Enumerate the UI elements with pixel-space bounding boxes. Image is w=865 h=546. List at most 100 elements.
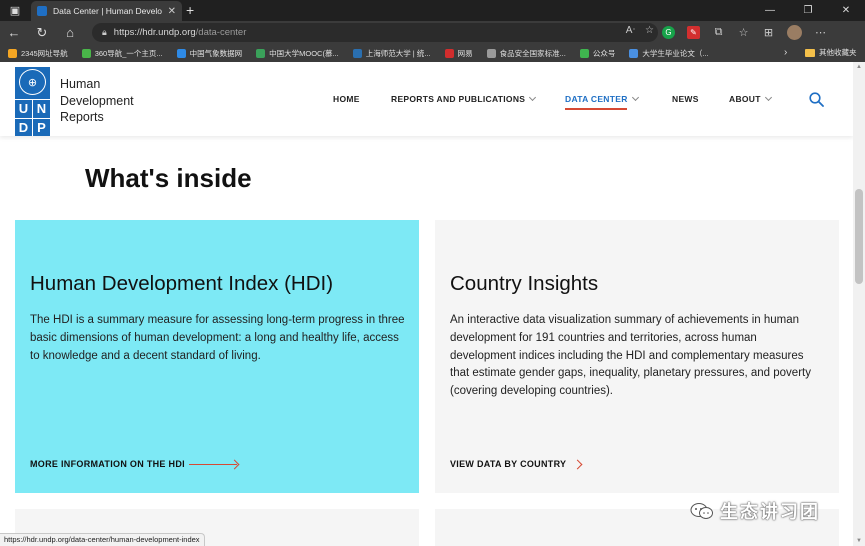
close-window-icon[interactable]: ✕ [827, 0, 865, 21]
watermark: 生态讲习团 [690, 498, 820, 524]
tab-actions-icon[interactable]: ▣ [0, 0, 30, 21]
section-title: What's inside [85, 163, 252, 193]
address-bar-icons: Aᐧ ☆ [626, 25, 654, 36]
view-data-by-country-link[interactable]: VIEW DATA BY COUNTRY [450, 459, 583, 469]
arrow-right-icon [188, 459, 239, 469]
bookmark-label: 上海师范大学 | 统... [365, 48, 431, 58]
chevron-down-icon [631, 93, 639, 102]
minimize-icon[interactable]: — [751, 0, 789, 21]
web-page: ⊕ U N D P Human Development Reports HOME… [0, 62, 853, 546]
bookmark-item[interactable]: 上海师范大学 | 统... [352, 48, 431, 59]
nav-label: ABOUT [729, 94, 761, 104]
bookmark-item[interactable]: 大学生毕业论文（... [629, 48, 709, 59]
country-insights-card[interactable]: Country Insights An interactive data vis… [435, 220, 839, 493]
bookmarks-bar: 2345网址导航 360导航_一个主页... 中国气象数据网 中国大学MOOC(慕..… [0, 44, 865, 62]
scroll-down-icon[interactable]: ▼ [856, 538, 862, 544]
bookmark-item[interactable]: 公众号 [579, 48, 615, 59]
bookmark-label: 360导航_一个主页... [94, 48, 163, 58]
more-menu-icon[interactable]: ⋯ [814, 26, 827, 39]
bookmark-label: 食品安全国家标准... [499, 48, 566, 58]
extensions-puzzle-icon[interactable]: ⧉ [712, 26, 725, 39]
tab-title: Data Center | Human Development Reports [53, 6, 162, 16]
bookmark-favicon-icon [352, 48, 362, 58]
other-bookmarks-folder[interactable]: 其他收藏夹 [805, 44, 857, 62]
lock-icon[interactable]: 🔒︎ [102, 27, 107, 38]
home-icon[interactable]: ⌂ [56, 21, 84, 44]
nav-label: DATA CENTER [565, 94, 628, 104]
address-bar[interactable]: 🔒︎ https://hdr.undp.org/data-center Aᐧ ☆ [92, 23, 658, 42]
brand-line: Reports [60, 110, 104, 124]
nav-label: HOME [333, 94, 360, 104]
refresh-icon[interactable]: ↻ [28, 21, 56, 44]
pdf-extension-icon[interactable]: ✎ [687, 26, 700, 39]
nav-reports-and-publications[interactable]: REPORTS AND PUBLICATIONS [391, 93, 537, 104]
nav-home[interactable]: HOME [333, 94, 360, 104]
collections-icon[interactable]: ⊞ [762, 26, 775, 39]
search-icon[interactable] [809, 92, 824, 107]
profile-avatar[interactable] [787, 25, 802, 40]
card-description: The HDI is a summary measure for assessi… [30, 314, 405, 362]
restore-icon[interactable]: ❐ [789, 0, 827, 21]
scroll-up-icon[interactable]: ▲ [856, 64, 862, 70]
tab-close-icon[interactable]: ✕ [168, 6, 176, 17]
extension-icons: G ✎ ⧉ ☆ ⊞ ⋯ [662, 22, 827, 43]
brand-line: Human [60, 77, 101, 91]
nav-about[interactable]: ABOUT [729, 93, 772, 104]
favorites-icon[interactable]: ☆ [737, 26, 750, 39]
url-host: https://hdr.undp.org [113, 27, 196, 38]
bookmark-favicon-icon [81, 48, 91, 58]
bookmark-item[interactable]: 2345网址导航 [8, 48, 68, 59]
site-header: ⊕ U N D P Human Development Reports HOME… [0, 62, 853, 136]
link-label: VIEW DATA BY COUNTRY [450, 459, 567, 469]
card-title: Human Development Index (HDI) [30, 272, 334, 295]
bookmark-label: 大学生毕业论文（... [642, 48, 709, 58]
favorite-star-icon[interactable]: ☆ [645, 25, 654, 36]
url-path: /data-center [195, 27, 247, 38]
bookmark-label: 中国大学MOOC(慕... [269, 48, 339, 58]
logo-letter: D [15, 118, 32, 136]
bookmark-label: 中国气象数据网 [189, 48, 243, 58]
hdi-card[interactable]: Human Development Index (HDI) The HDI is… [15, 220, 419, 493]
bookmark-item[interactable]: 中国气象数据网 [176, 48, 243, 59]
chevron-down-icon [764, 93, 772, 102]
card-description: An interactive data visualization summar… [450, 314, 811, 398]
nav-label: REPORTS AND PUBLICATIONS [391, 94, 526, 104]
scroll-thumb[interactable] [855, 189, 863, 284]
browser-tab[interactable]: Data Center | Human Development Reports … [31, 1, 182, 21]
new-tab-button[interactable]: + [186, 2, 194, 18]
status-bar-url: https://hdr.undp.org/data-center/human-d… [0, 533, 205, 546]
watermark-text: 生态讲习团 [720, 502, 820, 522]
browser-tab-bar: ▣ Data Center | Human Development Report… [0, 0, 865, 21]
url-text: https://hdr.undp.org/data-center [114, 27, 247, 38]
other-bookmarks-label: 其他收藏夹 [819, 48, 857, 57]
active-nav-underline [565, 108, 627, 110]
main-nav: HOME REPORTS AND PUBLICATIONS DATA CENTE… [0, 93, 853, 110]
logo-letter: P [33, 118, 50, 136]
back-icon[interactable]: ← [0, 21, 28, 44]
bookmark-favicon-icon [629, 48, 639, 58]
bookmark-favicon-icon [444, 48, 454, 58]
read-aloud-icon[interactable]: Aᐧ [626, 25, 635, 36]
nav-news[interactable]: NEWS [672, 94, 699, 104]
bookmark-favicon-icon [8, 48, 17, 58]
bookmark-item[interactable]: 中国大学MOOC(慕... [256, 48, 339, 59]
nav-data-center[interactable]: DATA CENTER [565, 93, 639, 104]
un-emblem-icon: ⊕ [19, 69, 46, 95]
more-info-hdi-link[interactable]: MORE INFORMATION ON THE HDI [30, 459, 239, 469]
bookmark-item[interactable]: 360导航_一个主页... [81, 48, 163, 59]
bookmark-label: 2345网址导航 [21, 48, 68, 58]
bookmark-favicon-icon [486, 48, 496, 58]
link-label: MORE INFORMATION ON THE HDI [30, 459, 185, 469]
grammarly-icon[interactable]: G [662, 26, 675, 39]
chevron-right-icon [572, 459, 583, 469]
chevron-down-icon [529, 93, 537, 102]
page-scrollbar[interactable]: ▲ ▼ [853, 62, 865, 546]
bookmarks-overflow-icon[interactable]: › [784, 44, 787, 62]
nav-label: NEWS [672, 94, 699, 104]
bookmark-favicon-icon [176, 48, 186, 58]
tab-favicon-icon [37, 6, 47, 16]
bookmark-item[interactable]: 网易 [444, 48, 473, 59]
bookmark-item[interactable]: 食品安全国家标准... [486, 48, 566, 59]
bookmark-label: 网易 [457, 48, 473, 58]
folder-icon [805, 49, 815, 57]
